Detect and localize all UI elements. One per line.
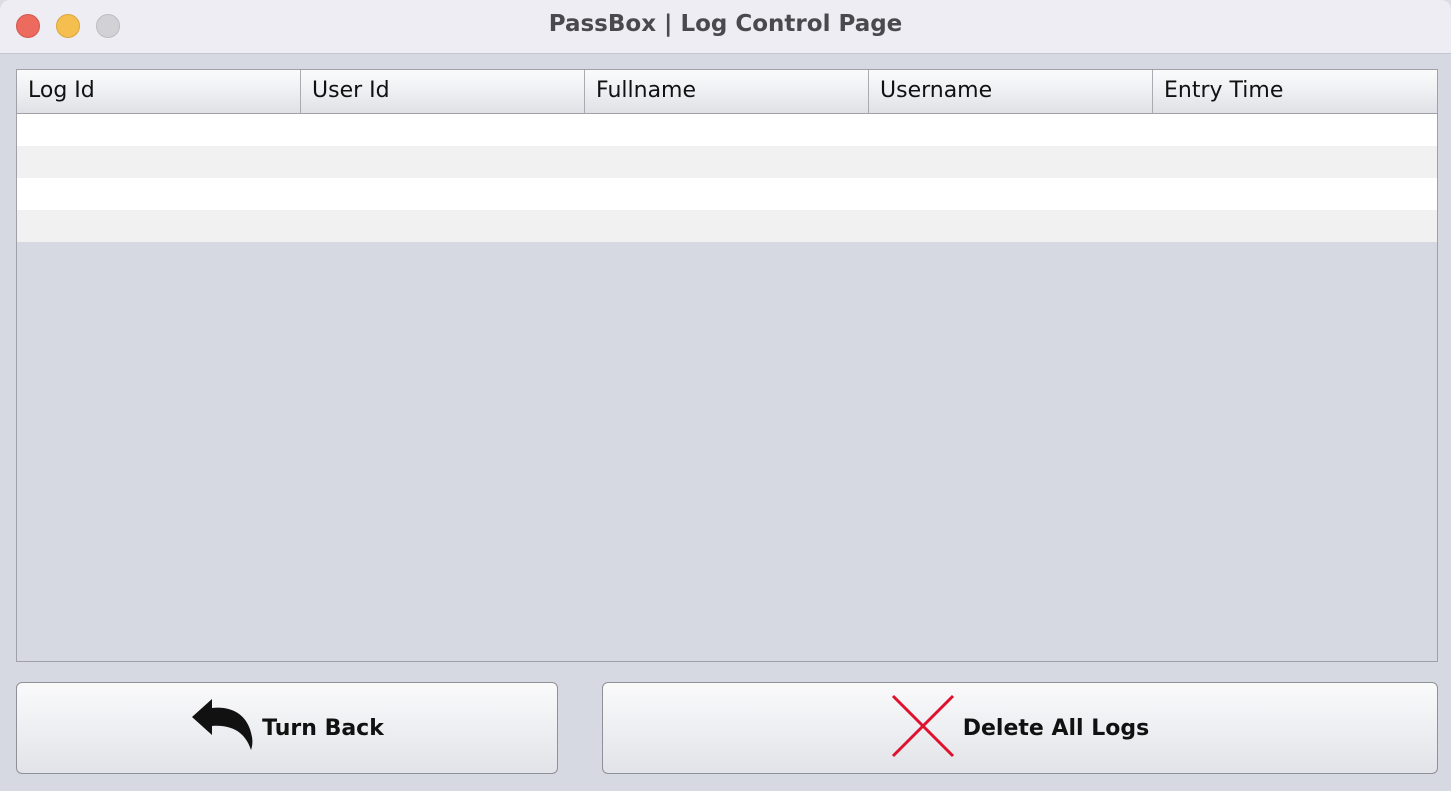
window-title: PassBox | Log Control Page	[548, 11, 903, 37]
table-row[interactable]	[17, 114, 1437, 146]
table-row[interactable]	[17, 146, 1437, 178]
table-row[interactable]	[17, 210, 1437, 242]
column-header-user-id[interactable]: User Id	[301, 70, 585, 114]
table-header: Log Id User Id Fullname Username Entry T…	[17, 70, 1437, 114]
undo-arrow-icon	[190, 693, 256, 756]
table-row[interactable]	[17, 178, 1437, 210]
turn-back-button[interactable]: Turn Back	[16, 682, 558, 774]
delete-all-logs-button[interactable]: Delete All Logs	[602, 682, 1438, 774]
turn-back-label: Turn Back	[262, 715, 384, 741]
column-header-fullname[interactable]: Fullname	[585, 70, 869, 114]
delete-all-logs-label: Delete All Logs	[962, 715, 1150, 741]
column-header-username[interactable]: Username	[869, 70, 1153, 114]
log-control-window: PassBox | Log Control Page Log Id User I…	[0, 0, 1451, 791]
column-header-log-id[interactable]: Log Id	[17, 70, 301, 114]
logs-table[interactable]: Log Id User Id Fullname Username Entry T…	[16, 69, 1438, 662]
red-x-icon	[891, 694, 955, 763]
title-bar: PassBox | Log Control Page	[0, 0, 1451, 54]
column-header-entry-time[interactable]: Entry Time	[1153, 70, 1437, 114]
